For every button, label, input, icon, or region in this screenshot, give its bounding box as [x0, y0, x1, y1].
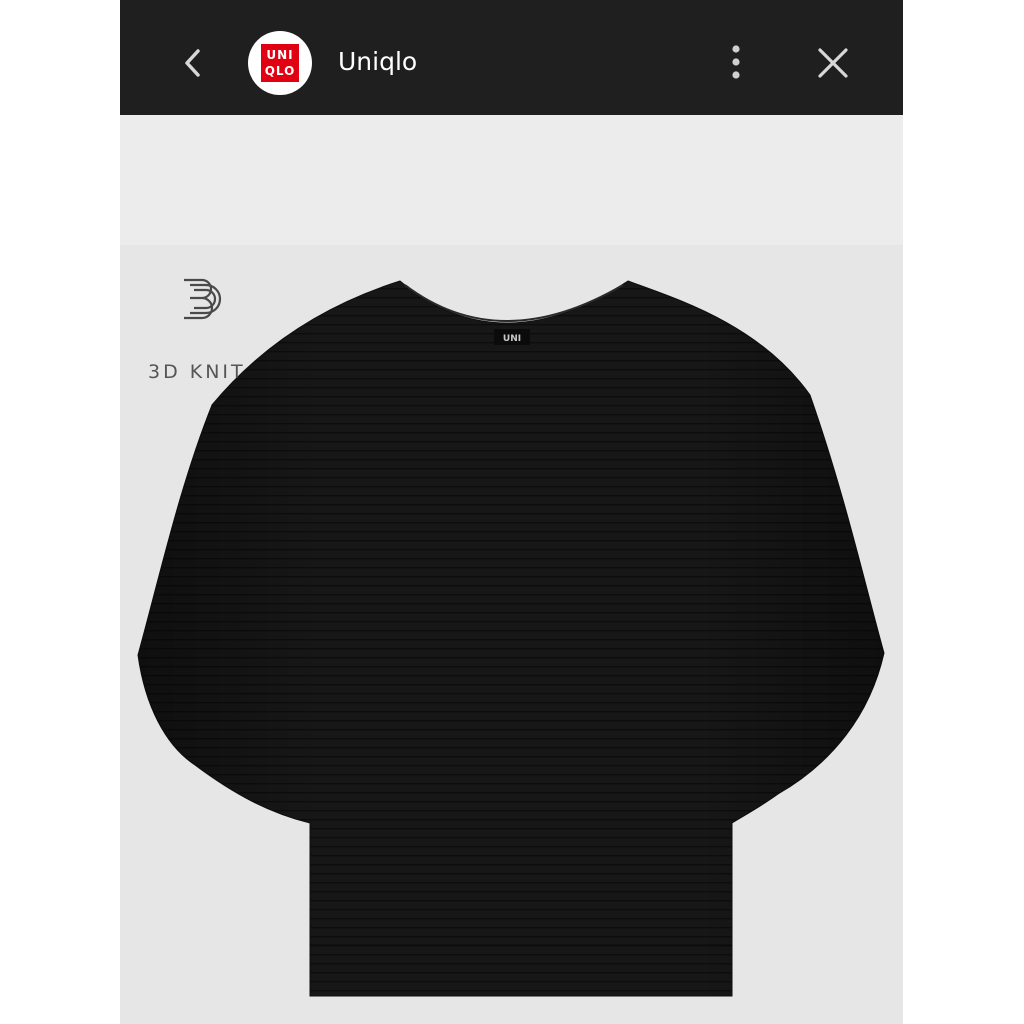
3d-knit-icon [184, 278, 222, 320]
brand-mark-line-2: QLO [264, 64, 296, 78]
3d-knit-badge: 3D KNIT [142, 270, 262, 383]
brand-mark-line-1: UNI [266, 48, 294, 62]
page-title: Uniqlo [338, 47, 418, 76]
app-screen: UNI QLO Uniqlo UNI 3D KNIT [120, 0, 903, 1024]
top-app-bar: UNI QLO Uniqlo [120, 0, 903, 115]
more-vertical-icon [732, 45, 740, 79]
product-image[interactable]: UNI 3D KNIT [120, 245, 903, 1024]
close-button[interactable] [811, 40, 855, 86]
site-logo: UNI QLO [248, 31, 312, 95]
page: UNI QLO Uniqlo UNI 3D KNIT [0, 0, 1024, 1024]
image-top-margin [120, 115, 903, 245]
3d-knit-label: 3D KNIT [148, 361, 246, 383]
chevron-left-icon [185, 49, 200, 77]
brand-mark: UNI QLO [261, 44, 299, 82]
back-button[interactable] [172, 40, 212, 86]
neck-label: UNI [503, 334, 521, 344]
more-options-button[interactable] [718, 40, 758, 86]
close-icon [818, 48, 848, 78]
